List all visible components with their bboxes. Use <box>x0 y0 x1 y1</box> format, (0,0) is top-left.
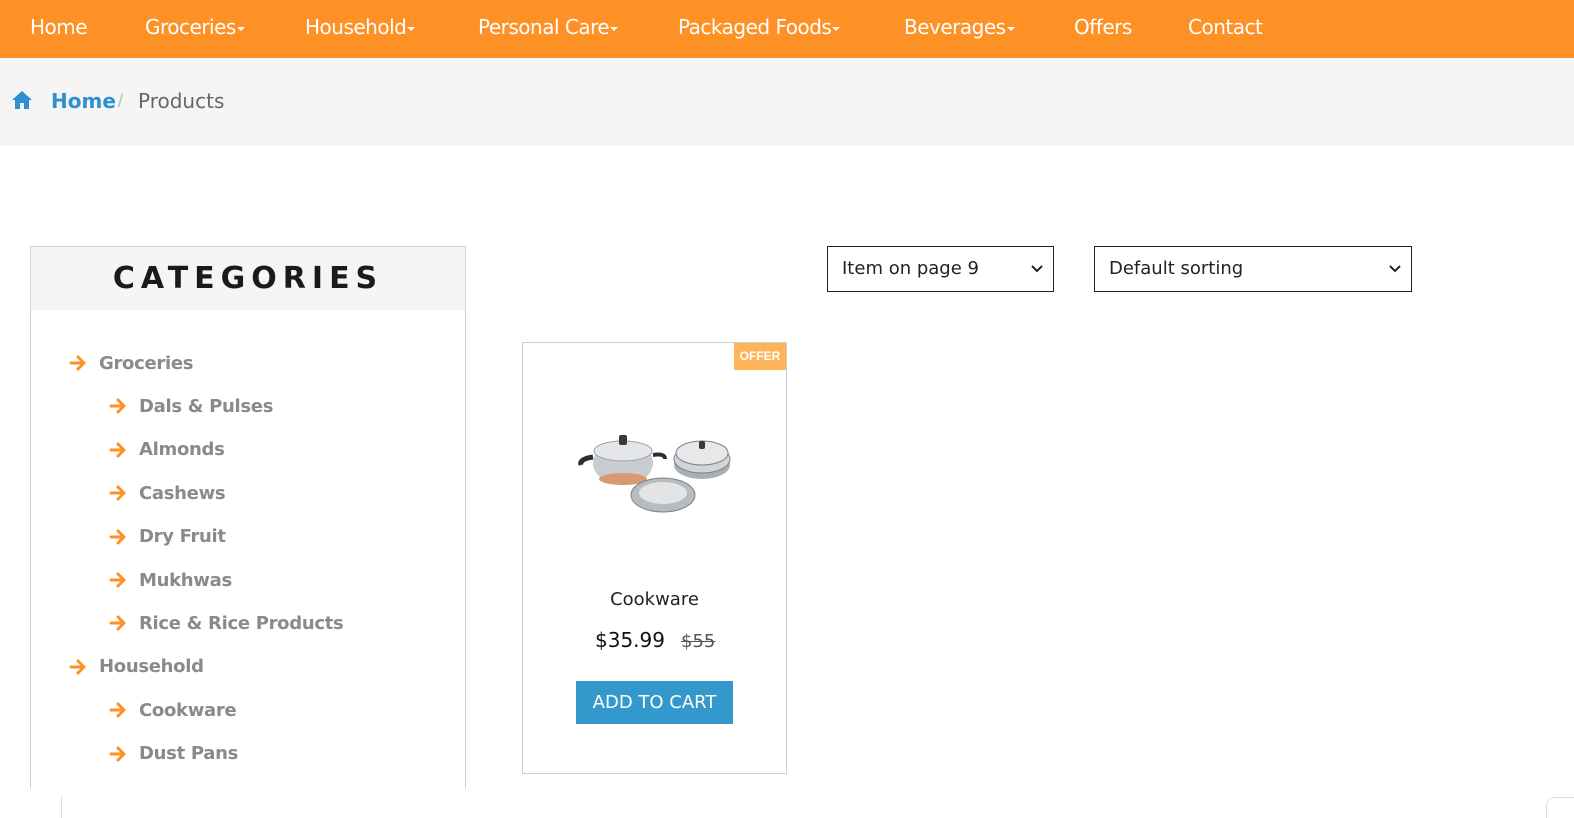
nav-home-label: Home <box>30 15 88 39</box>
category-item[interactable]: Cashews <box>109 479 226 507</box>
nav-groceries[interactable]: Groceries <box>145 0 245 58</box>
arrow-right-icon <box>109 529 126 545</box>
nav-packaged-foods[interactable]: Packaged Foods <box>678 0 841 58</box>
scroll-corner <box>1546 797 1574 818</box>
category-item[interactable]: Mukhwas <box>109 566 232 594</box>
chevron-down-icon <box>1389 265 1401 273</box>
category-label: Cookware <box>139 699 237 721</box>
add-to-cart-button[interactable]: ADD TO CART <box>576 681 733 724</box>
category-label: Almonds <box>139 439 225 461</box>
category-label: Cashews <box>139 482 226 504</box>
caret-down-icon <box>407 26 416 31</box>
caret-down-icon <box>236 26 245 31</box>
nav-personal-care[interactable]: Personal Care <box>478 0 619 58</box>
arrow-right-icon <box>109 572 126 588</box>
nav-home[interactable]: Home <box>30 0 88 58</box>
product-price: $35.99 <box>595 628 665 652</box>
categories-sidebar: CATEGORIES Groceries Dals & Pulses Almonds… <box>30 246 466 788</box>
arrow-right-icon <box>109 615 126 631</box>
caret-down-icon <box>1006 26 1015 31</box>
nav-personal-care-label: Personal Care <box>478 15 610 39</box>
arrow-right-icon <box>109 398 126 414</box>
arrow-right-icon <box>109 442 126 458</box>
nav-offers-label: Offers <box>1074 15 1132 39</box>
category-label: Dals & Pulses <box>139 395 274 417</box>
sidebar-header: CATEGORIES <box>31 247 465 310</box>
category-item[interactable]: Dals & Pulses <box>109 392 273 420</box>
category-item[interactable]: Almonds <box>109 436 225 464</box>
top-nav: Home Groceries Household Personal Care P… <box>0 0 1574 58</box>
arrow-right-icon <box>109 746 126 762</box>
divider <box>61 796 62 818</box>
category-label: Dry Fruit <box>139 526 226 548</box>
items-per-page-value: Item on page 9 <box>842 258 979 279</box>
arrow-right-icon <box>69 659 86 675</box>
offer-badge: OFFER <box>734 343 786 370</box>
nav-beverages[interactable]: Beverages <box>904 0 1015 58</box>
breadcrumb-current: Products <box>138 89 225 113</box>
caret-down-icon <box>832 26 841 31</box>
category-label: Rice & Rice Products <box>139 612 344 634</box>
category-item[interactable]: Groceries <box>69 349 193 377</box>
category-item[interactable]: Cookware <box>109 696 237 724</box>
category-label: Groceries <box>99 352 194 374</box>
sorting-select[interactable]: Default sorting <box>1094 246 1412 292</box>
sidebar-title: CATEGORIES <box>112 261 384 296</box>
category-item[interactable]: Dry Fruit <box>109 523 226 551</box>
category-item[interactable]: Household <box>69 653 204 681</box>
arrow-right-icon <box>109 485 126 501</box>
breadcrumb-separator: / <box>118 91 124 111</box>
items-per-page-select[interactable]: Item on page 9 <box>827 246 1054 292</box>
product-name[interactable]: Cookware <box>523 589 786 610</box>
sorting-value: Default sorting <box>1109 258 1244 279</box>
category-label: Household <box>99 656 204 678</box>
category-item[interactable]: Rice & Rice Products <box>109 609 344 637</box>
nav-household[interactable]: Household <box>305 0 416 58</box>
category-label: Dust Pans <box>139 743 239 765</box>
product-card[interactable]: OFFER Cookware $35.99 $55 ADD TO CART <box>522 342 787 774</box>
breadcrumb-home-link[interactable]: Home <box>51 89 116 113</box>
arrow-right-icon <box>69 355 86 371</box>
category-label: Mukhwas <box>139 569 232 591</box>
nav-offers[interactable]: Offers <box>1074 0 1132 58</box>
nav-packaged-foods-label: Packaged Foods <box>678 15 832 39</box>
arrow-right-icon <box>109 702 126 718</box>
product-old-price: $55 <box>681 631 716 652</box>
home-icon[interactable] <box>11 90 33 110</box>
category-item[interactable]: Dust Pans <box>109 740 238 768</box>
breadcrumb: Home / Products <box>0 58 1574 146</box>
caret-down-icon <box>610 26 619 31</box>
nav-groceries-label: Groceries <box>145 15 236 39</box>
nav-household-label: Household <box>305 15 407 39</box>
nav-beverages-label: Beverages <box>904 15 1006 39</box>
nav-contact-label: Contact <box>1188 15 1263 39</box>
nav-contact[interactable]: Contact <box>1188 0 1263 58</box>
chevron-down-icon <box>1031 265 1043 273</box>
product-image[interactable] <box>575 421 735 521</box>
